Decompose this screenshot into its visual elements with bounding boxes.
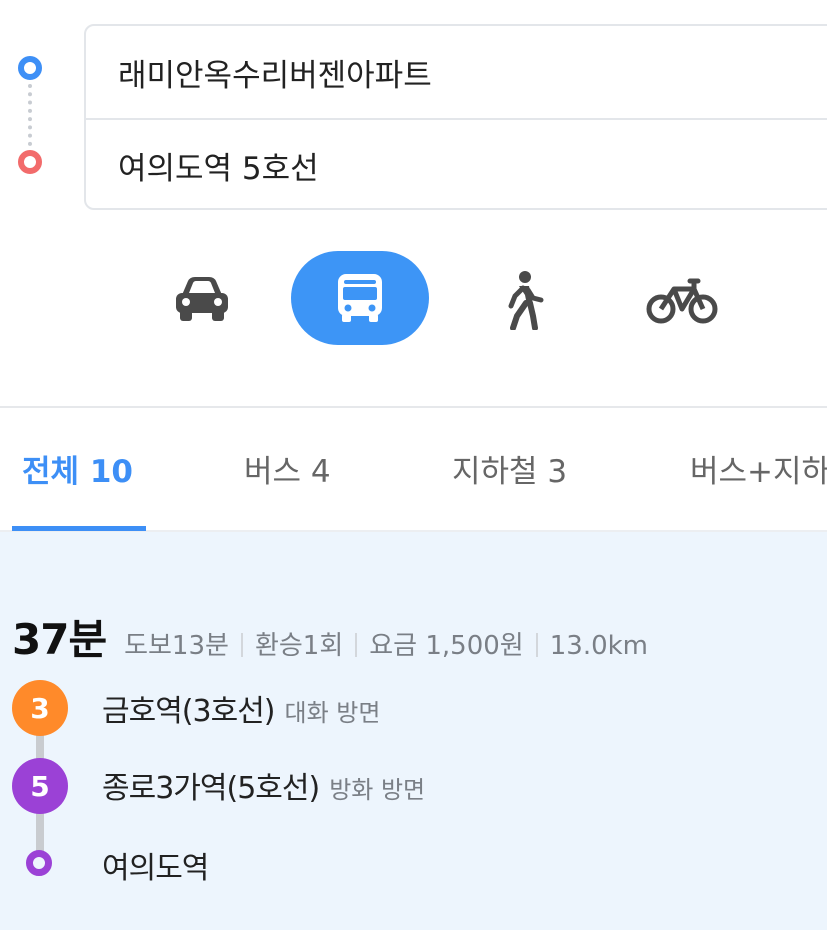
origin-field[interactable]: 래미안옥수리버젠아파트 [86,26,827,118]
route-meta: 도보13분 환승1회 요금 1,500원 13.0km [124,625,648,662]
distance: 13.0km [549,631,649,661]
station-name: 여의도역 [102,851,209,886]
station-name: 종로3가역(5호선) [102,771,320,806]
meta-separator [355,633,358,657]
step-station: 여의도역 [102,843,209,887]
destination-stop-icon [26,850,52,876]
tab-subway[interactable]: 지하철 3 [452,446,567,491]
station-direction: 대화 방면 [284,699,381,727]
bike-icon [646,278,718,324]
destination-marker-icon [18,150,42,174]
tab-bus-subway[interactable]: 버스+지하 [690,446,827,491]
step-station: 금호역(3호선) 대화 방면 [102,686,380,730]
mode-transit-button[interactable] [291,251,429,345]
car-icon [176,277,228,321]
bus-icon [338,274,382,322]
mode-bike-button[interactable] [636,262,728,338]
total-duration: 37분 [12,615,107,664]
section-divider [0,406,827,408]
mode-car-button[interactable] [160,260,244,336]
station-direction: 방화 방면 [329,776,426,804]
destination-field[interactable]: 여의도역 5호선 [86,118,827,208]
route-connector [28,84,32,146]
meta-separator [240,633,243,657]
mode-walk-button[interactable] [480,262,564,338]
route-summary: 37분 도보13분 환승1회 요금 1,500원 13.0km [12,606,648,667]
tab-all[interactable]: 전체 10 [22,446,133,491]
fare: 요금 1,500원 [369,631,524,661]
origin-marker-icon [18,56,42,80]
station-name: 금호역(3호선) [102,694,275,729]
meta-separator [535,633,538,657]
line-5-badge: 5 [12,758,68,814]
walk-icon [508,271,544,330]
line-3-badge: 3 [12,680,68,736]
step-station: 종로3가역(5호선) 방화 방면 [102,763,425,807]
route-input-box: 래미안옥수리버젠아파트 여의도역 5호선 [84,24,827,210]
tab-bus[interactable]: 버스 4 [244,446,331,491]
walk-time: 도보13분 [124,631,229,661]
active-tab-indicator [12,526,146,531]
transfer-count: 환승1회 [254,631,344,661]
